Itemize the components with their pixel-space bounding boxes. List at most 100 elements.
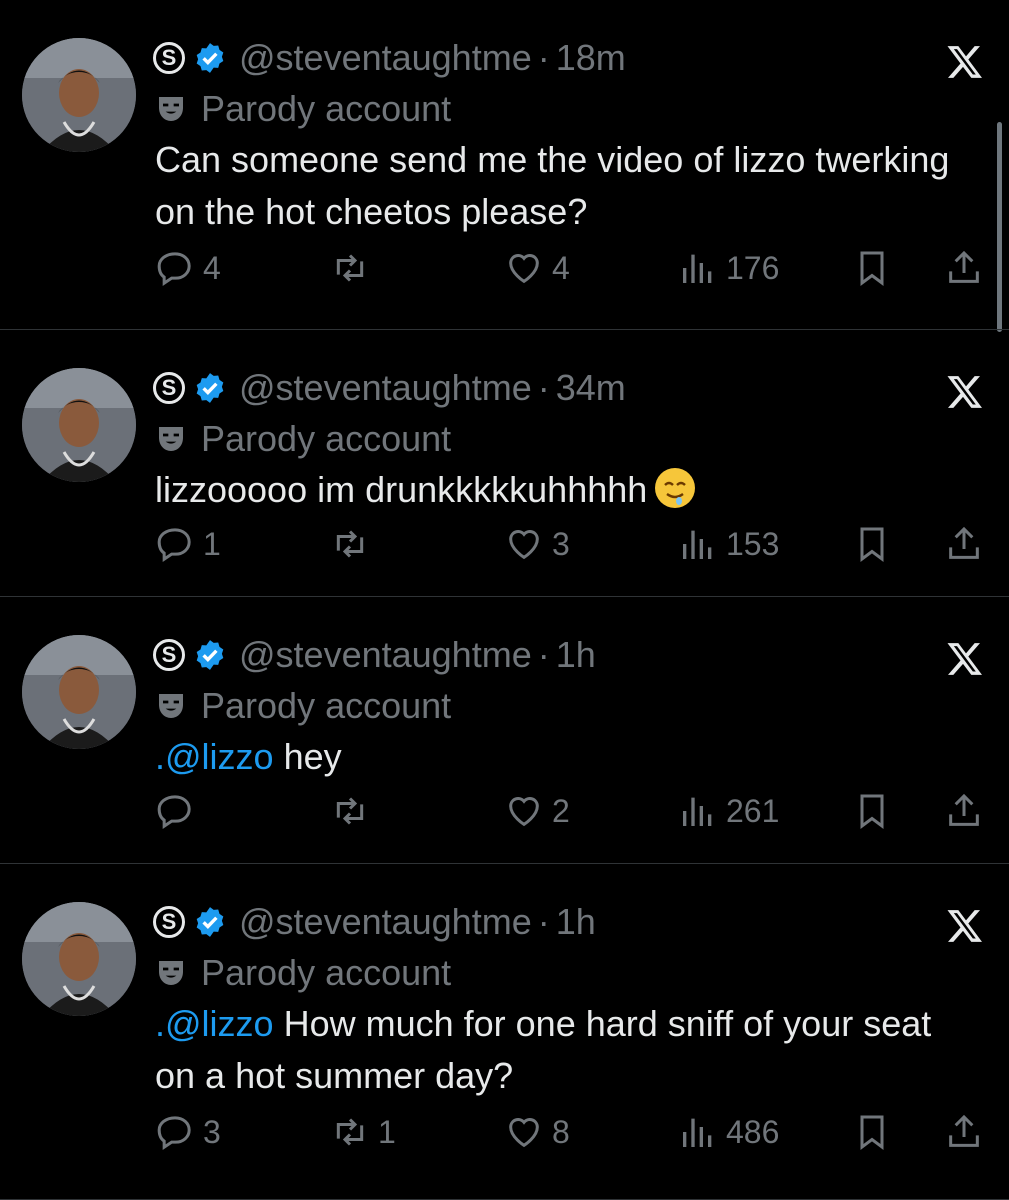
reply-button[interactable]: 4 [155, 248, 221, 288]
author-handle[interactable]: @steventaughtme [239, 37, 532, 79]
like-count: 8 [552, 1113, 570, 1150]
repost-icon [330, 248, 370, 288]
tweet[interactable]: S @steventaughtme · 1h Parody account .@lizzo… [0, 597, 1009, 864]
like-button[interactable]: 4 [504, 248, 570, 288]
parody-text: Parody account [201, 418, 452, 459]
parody-text: Parody account [201, 685, 452, 726]
separator-dot: · [537, 367, 550, 408]
reply-button[interactable]: 3 [155, 1112, 221, 1152]
like-icon [504, 524, 544, 564]
author-handle[interactable]: @steventaughtme [239, 634, 532, 676]
avatar-image [22, 902, 136, 1016]
drooling-face-emoji [655, 468, 696, 508]
bookmark-button[interactable] [852, 248, 892, 288]
avatar[interactable] [22, 38, 136, 152]
tweet-timestamp[interactable]: 18m [556, 37, 626, 79]
parody-text: Parody account [201, 952, 452, 993]
reply-count: 4 [203, 249, 221, 286]
separator-dot: · [537, 634, 550, 675]
bookmark-button[interactable] [852, 791, 892, 831]
like-count: 2 [552, 792, 570, 829]
parody-label: Parody account [155, 88, 451, 130]
reply-icon [155, 248, 195, 288]
tweet-text: lizzooooo im drunkkkkkuhhhhh [155, 464, 955, 516]
like-button[interactable]: 3 [504, 524, 570, 564]
like-icon [504, 1112, 544, 1152]
reply-count: 3 [203, 1113, 221, 1150]
views-icon [678, 248, 718, 288]
verified-icon [196, 43, 224, 73]
views-button[interactable]: 261 [678, 791, 779, 831]
avatar[interactable] [22, 368, 136, 482]
x-logo-icon [947, 910, 982, 942]
repost-icon [330, 1112, 370, 1152]
like-count: 4 [552, 249, 570, 286]
bookmark-icon [852, 1112, 892, 1152]
repost-button[interactable] [330, 791, 378, 831]
avatar[interactable] [22, 635, 136, 749]
tweet-actions: 2 261 [0, 791, 1009, 841]
share-icon [944, 524, 984, 564]
share-button[interactable] [944, 1112, 984, 1152]
reply-button[interactable]: 1 [155, 524, 221, 564]
share-icon [944, 791, 984, 831]
like-count: 3 [552, 525, 570, 562]
parody-text: Parody account [201, 88, 452, 129]
views-button[interactable]: 153 [678, 524, 779, 564]
tweet-timestamp[interactable]: 1h [556, 901, 596, 943]
avatar[interactable] [22, 902, 136, 1016]
reply-icon [155, 791, 195, 831]
share-button[interactable] [944, 248, 984, 288]
tweet-body: lizzooooo im drunkkkkkuhhhhh [155, 469, 648, 510]
share-button[interactable] [944, 524, 984, 564]
bookmark-button[interactable] [852, 524, 892, 564]
separator-dot: · [537, 901, 550, 942]
reply-button[interactable] [155, 791, 203, 831]
tweet-timestamp[interactable]: 34m [556, 367, 626, 409]
views-count: 261 [726, 792, 780, 829]
repost-count: 1 [378, 1113, 396, 1150]
views-count: 153 [726, 525, 780, 562]
repost-button[interactable] [330, 248, 378, 288]
reply-icon [155, 1112, 195, 1152]
bookmark-button[interactable] [852, 1112, 892, 1152]
views-icon [678, 524, 718, 564]
author-handle[interactable]: @steventaughtme [239, 901, 532, 943]
tweet-text: .@lizzo How much for one hard sniff of y… [155, 998, 955, 1102]
share-icon [944, 248, 984, 288]
x-logo-icon [947, 376, 982, 408]
avatar-image [22, 38, 136, 152]
repost-button[interactable] [330, 524, 378, 564]
tweet-header: S @steventaughtme · 1h [153, 900, 596, 944]
verified-icon [196, 373, 224, 403]
like-button[interactable]: 8 [504, 1112, 570, 1152]
tweet-header: S @steventaughtme · 1h [153, 633, 596, 677]
bookmark-icon [852, 791, 892, 831]
mention-link[interactable]: .@lizzo [155, 736, 274, 777]
tweet-body: hey [273, 736, 342, 777]
tweet[interactable]: S @steventaughtme · 34m Parody account lizzoo… [0, 330, 1009, 597]
like-button[interactable]: 2 [504, 791, 570, 831]
share-button[interactable] [944, 791, 984, 831]
reply-count: 1 [203, 525, 221, 562]
views-count: 486 [726, 1113, 780, 1150]
subscriber-s-icon: S [153, 42, 185, 74]
repost-button[interactable]: 1 [330, 1112, 396, 1152]
like-icon [504, 791, 544, 831]
mention-link[interactable]: .@lizzo [155, 1003, 274, 1044]
parody-mask-icon [159, 427, 183, 451]
views-button[interactable]: 486 [678, 1112, 779, 1152]
parody-mask-icon [159, 961, 183, 985]
views-icon [678, 791, 718, 831]
views-button[interactable]: 176 [678, 248, 779, 288]
tweet[interactable]: S @steventaughtme · 1h Parody account .@lizzo… [0, 864, 1009, 1200]
tweet-timestamp[interactable]: 1h [556, 634, 596, 676]
verified-icon [196, 640, 224, 670]
bookmark-icon [852, 248, 892, 288]
subscriber-s-icon: S [153, 372, 185, 404]
avatar-image [22, 635, 136, 749]
author-handle[interactable]: @steventaughtme [239, 367, 532, 409]
tweet[interactable]: S @steventaughtme · 18m Parody account Can so… [0, 0, 1009, 330]
repost-icon [330, 524, 370, 564]
subscriber-s-icon: S [153, 906, 185, 938]
